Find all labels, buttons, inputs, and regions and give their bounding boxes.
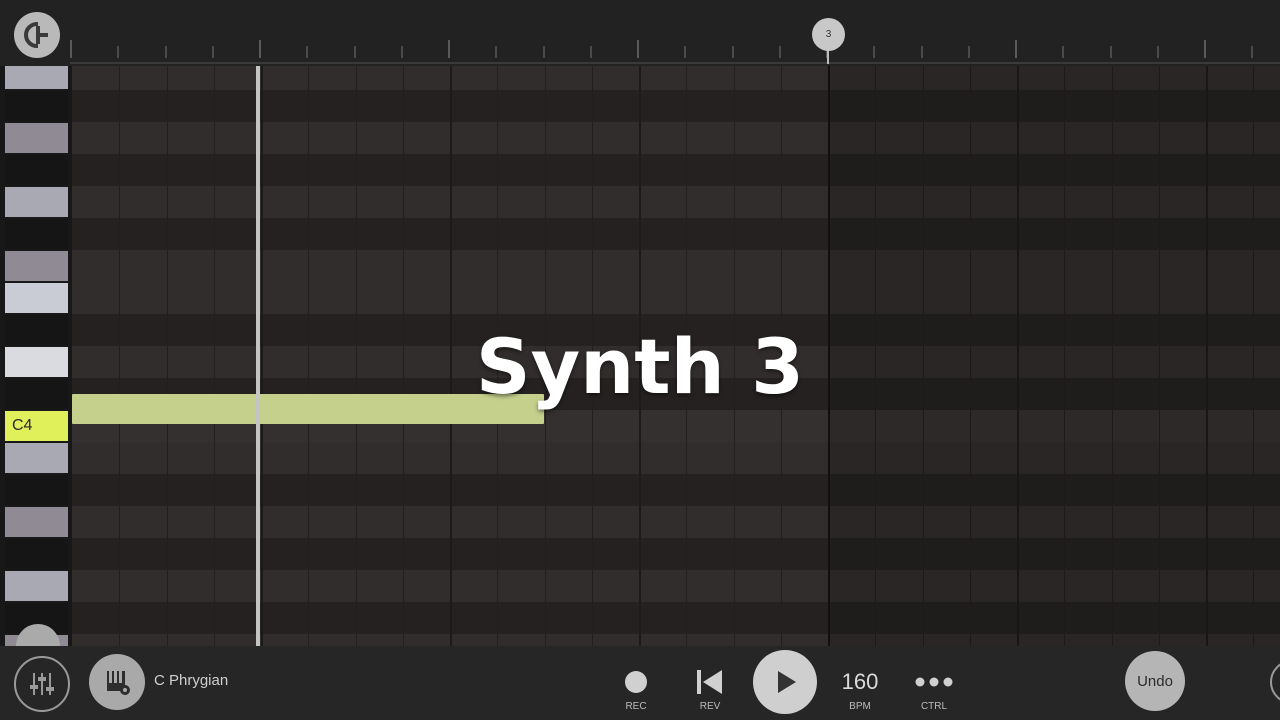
ruler-tick: [165, 46, 167, 58]
mixer-sliders-icon: [30, 673, 54, 695]
ruler-tick: [732, 46, 734, 58]
ruler-tick: [401, 46, 403, 58]
ruler-tick: [1062, 46, 1064, 58]
scale-button[interactable]: [89, 654, 145, 710]
piano-key-white[interactable]: [5, 187, 68, 217]
edge-button[interactable]: [1270, 660, 1280, 704]
ruler-tick: [448, 40, 450, 58]
tempo-control[interactable]: 160 BPM: [832, 646, 888, 720]
rewind-button[interactable]: REV: [690, 646, 730, 720]
ruler-tick: [1110, 46, 1112, 58]
video-overlay-title: Synth 3: [475, 322, 805, 411]
piano-key-black[interactable]: [5, 91, 68, 121]
ruler-tick: [543, 46, 545, 58]
ruler-tick: [1204, 40, 1206, 58]
bar-marker-line: [827, 50, 829, 64]
rewind-label: REV: [699, 701, 721, 712]
mixer-button[interactable]: [14, 656, 70, 712]
timeline-bar: 3: [0, 0, 1280, 66]
record-button[interactable]: REC: [616, 646, 656, 720]
piano-key-white[interactable]: [5, 283, 68, 313]
piano-key-white[interactable]: [5, 251, 68, 281]
piano-key-black[interactable]: [5, 539, 68, 569]
scale-label[interactable]: C Phrygian: [154, 672, 228, 689]
ruler-tick: [354, 46, 356, 58]
undo-button[interactable]: Undo: [1125, 651, 1185, 711]
piano-key-white[interactable]: [5, 571, 68, 601]
piano-key-black[interactable]: [5, 475, 68, 505]
ruler-tick: [779, 46, 781, 58]
timeline-ruler[interactable]: [70, 0, 1280, 66]
ruler-tick: [684, 46, 686, 58]
bar-marker[interactable]: 3: [812, 18, 845, 51]
bottom-toolbar: C Phrygian REC REV 160 BPM CTRL Undo: [0, 646, 1280, 720]
ruler-tick: [590, 46, 592, 58]
piano-key-white[interactable]: [5, 507, 68, 537]
ruler-tick: [1251, 46, 1253, 58]
piano-key-white[interactable]: [5, 123, 68, 153]
app-window: 3 C4 Synth 3 C Phrygian REC REV 160 BPM …: [0, 0, 1280, 720]
piano-key-black[interactable]: [5, 155, 68, 185]
play-icon: [778, 671, 796, 693]
ruler-tick: [1015, 40, 1017, 58]
ruler-tick: [306, 46, 308, 58]
ruler-tick: [968, 46, 970, 58]
skip-back-icon: [697, 670, 722, 694]
ruler-tick: [70, 40, 72, 58]
piano-key-c4[interactable]: C4: [5, 411, 68, 441]
ruler-tick: [637, 40, 639, 58]
piano-key-black[interactable]: [5, 219, 68, 249]
ruler-tick: [212, 46, 214, 58]
ruler-tick: [873, 46, 875, 58]
ruler-baseline: [70, 62, 1280, 64]
ruler-tick: [259, 40, 261, 58]
bpm-label: BPM: [849, 701, 871, 712]
record-dot-icon: [625, 671, 647, 693]
piano-gear-icon: [107, 671, 130, 695]
record-label: REC: [625, 701, 647, 712]
bar-marker-label: 3: [825, 29, 832, 40]
ctrl-label: CTRL: [920, 701, 948, 712]
ruler-tick: [921, 46, 923, 58]
piano-key-white[interactable]: [5, 66, 68, 89]
more-dots-icon: [915, 677, 953, 687]
ruler-tick: [117, 46, 119, 58]
ctrl-button[interactable]: CTRL: [910, 646, 958, 720]
play-button[interactable]: [753, 650, 817, 714]
app-logo-icon[interactable]: [14, 12, 60, 58]
ruler-tick: [1157, 46, 1159, 58]
piano-key-label: C4: [12, 417, 33, 434]
bpm-value: 160: [841, 669, 879, 694]
ruler-tick: [495, 46, 497, 58]
piano-key-white[interactable]: [5, 443, 68, 473]
